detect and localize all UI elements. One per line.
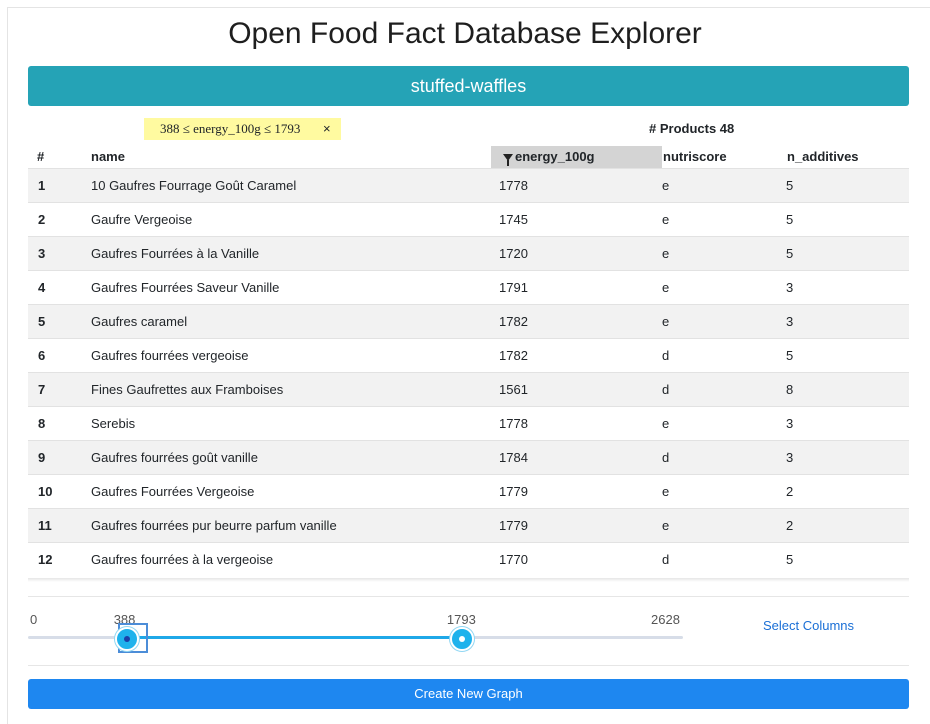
row-index: 6 (38, 348, 46, 363)
slider-high-handle[interactable] (449, 627, 474, 651)
row-additives: 3 (786, 450, 794, 465)
row-nutriscore: e (662, 246, 670, 261)
row-nutriscore: e (662, 212, 670, 227)
slider-min-label: 0 (30, 612, 38, 627)
row-additives: 2 (786, 518, 794, 533)
row-index: 9 (38, 450, 46, 465)
row-name: 10 Gaufres Fourrage Goût Caramel (91, 178, 297, 193)
slider-low-handle[interactable] (114, 627, 139, 651)
column-header-index[interactable]: # (37, 146, 44, 168)
row-index: 4 (38, 280, 46, 295)
row-nutriscore: e (662, 484, 670, 499)
filter-funnel-icon (503, 154, 513, 166)
row-additives: 5 (786, 348, 794, 363)
row-nutriscore: d (662, 382, 670, 397)
table-row[interactable]: 8 Serebis 1778 e 3 (28, 406, 909, 440)
table-row[interactable]: 3 Gaufres Fourrées à la Vanille 1720 e 5 (28, 236, 909, 270)
row-index: 12 (38, 552, 53, 567)
row-nutriscore: e (662, 518, 670, 533)
table-row[interactable]: 9 Gaufres fourrées goût vanille 1784 d 3 (28, 440, 909, 474)
table-row[interactable]: 12 Gaufres fourrées à la vergeoise 1770 d 5 (28, 542, 909, 576)
products-count: # Products 48 (649, 121, 735, 136)
page-title: Open Food Fact Database Explorer (228, 17, 702, 50)
row-energy: 1561 (499, 382, 528, 397)
table-row[interactable]: 5 Gaufres caramel 1782 e 3 (28, 304, 909, 338)
row-energy: 1784 (499, 450, 528, 465)
row-energy: 1782 (499, 348, 528, 363)
row-nutriscore: e (662, 314, 670, 329)
row-energy: 1779 (499, 484, 528, 499)
filter-chip-label: 388 ≤ energy_100g ≤ 1793 (160, 121, 301, 136)
slider-high-label: 1793 (446, 612, 476, 627)
column-header-additives[interactable]: n_additives (787, 146, 859, 168)
table-bottom-edge (28, 578, 909, 582)
row-index: 1 (38, 178, 46, 193)
row-name: Gaufres fourrées à la vergeoise (91, 552, 274, 567)
row-energy: 1745 (499, 212, 528, 227)
row-energy: 1782 (499, 314, 528, 329)
table-row[interactable]: 1 10 Gaufres Fourrage Goût Caramel 1778 e 5 (28, 168, 909, 202)
slider-high-handle-dot (458, 636, 465, 642)
column-header-energy-label: energy_100g (515, 149, 595, 164)
row-additives: 3 (786, 280, 794, 295)
table-row[interactable]: 4 Gaufres Fourrées Saveur Vanille 1791 e 3 (28, 270, 909, 304)
table-row[interactable]: 11 Gaufres fourrées pur beurre parfum van… (28, 508, 909, 542)
row-name: Gaufres fourrées pur beurre parfum vanil… (91, 518, 337, 533)
row-energy: 1778 (499, 178, 528, 193)
row-nutriscore: e (662, 178, 670, 193)
slider-max-label: 2628 (651, 612, 680, 627)
row-name: Gaufres fourrées goût vanille (91, 450, 258, 465)
column-header-name[interactable]: name (91, 146, 125, 168)
slider-range-fill (125, 636, 461, 639)
row-additives: 5 (786, 212, 794, 227)
row-index: 5 (38, 314, 46, 329)
row-index: 11 (38, 518, 52, 533)
table-row[interactable]: 6 Gaufres fourrées vergeoise 1782 d 5 (28, 338, 909, 372)
row-energy: 1770 (499, 552, 528, 567)
select-columns-link[interactable]: Select Columns (763, 618, 854, 633)
row-index: 3 (38, 246, 46, 261)
row-name: Gaufres fourrées vergeoise (91, 348, 249, 363)
divider (28, 596, 909, 597)
close-icon[interactable]: × (323, 118, 331, 140)
row-additives: 3 (786, 314, 794, 329)
row-index: 10 (38, 484, 53, 499)
row-name: Gaufres Fourrées à la Vanille (91, 246, 260, 261)
filter-chip: 388 ≤ energy_100g ≤ 1793 × (144, 118, 341, 140)
table-row[interactable]: 2 Gaufre Vergeoise 1745 e 5 (28, 202, 909, 236)
row-name: Gaufres Fourrées Saveur Vanille (91, 280, 280, 295)
divider (28, 665, 909, 666)
row-energy: 1778 (499, 416, 528, 431)
row-nutriscore: d (662, 348, 670, 363)
row-nutriscore: e (662, 280, 670, 295)
table-row[interactable]: 7 Fines Gaufrettes aux Framboises 1561 d 8 (28, 372, 909, 406)
create-new-graph-button[interactable]: Create New Graph (28, 679, 909, 709)
row-energy: 1779 (499, 518, 528, 533)
row-nutriscore: d (662, 450, 670, 465)
row-additives: 5 (786, 178, 794, 193)
row-nutriscore: e (662, 416, 670, 431)
row-additives: 3 (786, 416, 794, 431)
row-additives: 5 (786, 246, 794, 261)
row-name: Fines Gaufrettes aux Framboises (91, 382, 284, 397)
row-index: 8 (38, 416, 46, 431)
row-index: 2 (38, 212, 46, 227)
slider-low-handle-dot (123, 636, 130, 642)
row-name: Gaufres Fourrées Vergeoise (91, 484, 255, 499)
row-energy: 1791 (499, 280, 528, 295)
row-additives: 8 (786, 382, 794, 397)
column-header-nutriscore[interactable]: nutriscore (663, 146, 727, 168)
row-additives: 2 (786, 484, 794, 499)
row-index: 7 (38, 382, 46, 397)
row-additives: 5 (786, 552, 794, 567)
row-name: Serebis (91, 416, 136, 431)
row-nutriscore: d (662, 552, 670, 567)
row-name: Gaufres caramel (91, 314, 188, 329)
column-header-energy[interactable]: energy_100g (491, 146, 662, 168)
row-name: Gaufre Vergeoise (91, 212, 193, 227)
category-bar: stuffed-waffles (28, 66, 909, 106)
table-row[interactable]: 10 Gaufres Fourrées Vergeoise 1779 e 2 (28, 474, 909, 508)
products-table: 1 10 Gaufres Fourrage Goût Caramel 1778 e 5 2… (28, 168, 909, 580)
row-energy: 1720 (499, 246, 528, 261)
